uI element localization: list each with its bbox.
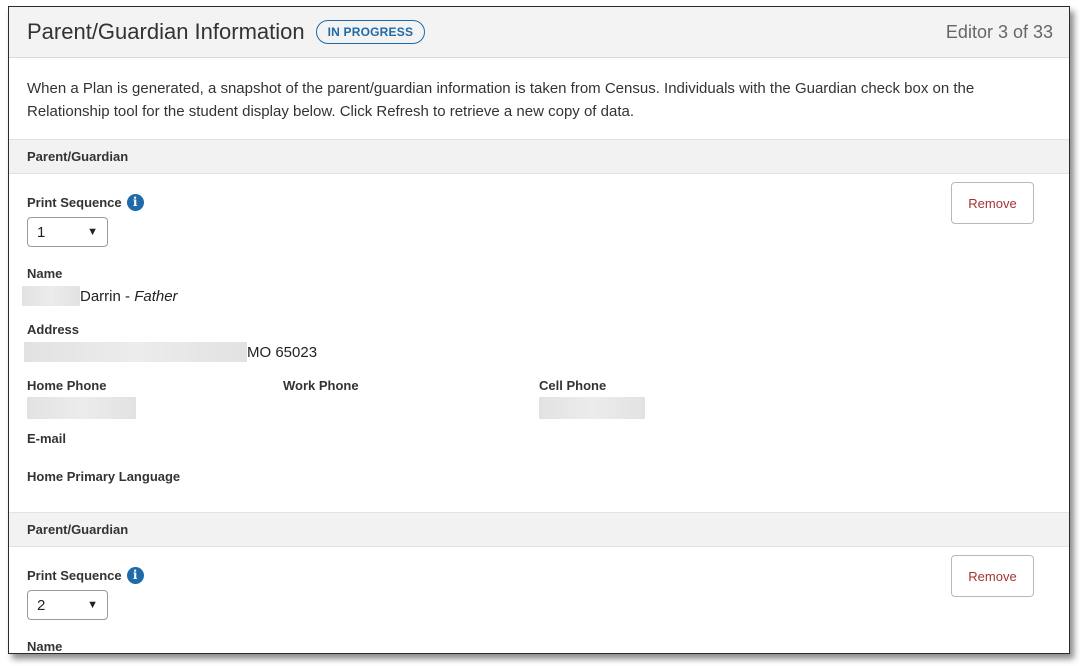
redacted-last-name bbox=[22, 286, 80, 306]
email-label: E-mail bbox=[27, 431, 67, 446]
cell-phone-label: Cell Phone bbox=[539, 378, 607, 393]
relationship: Father bbox=[134, 287, 178, 305]
guardian-section: Remove Print Sequence i 2 ▼ Name bbox=[9, 547, 1069, 654]
chevron-down-icon: ▼ bbox=[87, 599, 98, 611]
name-label: Name bbox=[27, 639, 63, 654]
home-primary-language-label: Home Primary Language bbox=[27, 469, 181, 484]
name-label: Name bbox=[27, 266, 63, 281]
name-group: Name Darrin - Father bbox=[22, 266, 1051, 306]
print-sequence-select[interactable]: 1 ▼ bbox=[27, 217, 108, 247]
print-sequence-label: Print Sequence bbox=[27, 195, 122, 210]
redacted-home-phone bbox=[27, 397, 136, 419]
redacted-cell-phone bbox=[539, 397, 645, 419]
address-suffix: MO 65023 bbox=[247, 343, 318, 361]
print-sequence-select[interactable]: 2 ▼ bbox=[27, 590, 108, 620]
print-sequence-group: Print Sequence i 1 ▼ bbox=[27, 174, 1051, 247]
info-icon[interactable]: i bbox=[126, 567, 144, 584]
home-phone-group: Home Phone bbox=[27, 378, 283, 419]
phone-row: Home Phone Work Phone Cell Phone bbox=[27, 378, 1051, 419]
editor-panel: Parent/Guardian Information IN PROGRESS … bbox=[8, 6, 1070, 654]
remove-button[interactable]: Remove bbox=[951, 182, 1034, 224]
address-value: MO 65023 bbox=[24, 342, 1051, 362]
description-text: When a Plan is generated, a snapshot of … bbox=[27, 80, 975, 120]
chevron-down-icon: ▼ bbox=[87, 226, 98, 238]
name-value: Darrin - Father bbox=[22, 286, 1051, 306]
print-sequence-group: Print Sequence i 2 ▼ bbox=[27, 547, 1051, 620]
guardian-section-header: Parent/Guardian bbox=[9, 139, 1069, 174]
first-name: Darrin bbox=[80, 287, 121, 305]
name-separator: - bbox=[120, 287, 135, 305]
guardian-section-header: Parent/Guardian bbox=[9, 512, 1069, 547]
cell-phone-group: Cell Phone bbox=[539, 378, 795, 419]
print-sequence-label: Print Sequence bbox=[27, 568, 122, 583]
home-phone-label: Home Phone bbox=[27, 378, 107, 393]
print-sequence-value: 1 bbox=[37, 223, 46, 241]
editor-header: Parent/Guardian Information IN PROGRESS … bbox=[9, 7, 1069, 58]
redacted-street bbox=[24, 342, 247, 362]
page-title: Parent/Guardian Information bbox=[27, 19, 305, 44]
guardian-section: Remove Print Sequence i 1 ▼ Name Darrin -… bbox=[9, 174, 1069, 512]
status-badge: IN PROGRESS bbox=[315, 20, 426, 44]
remove-button[interactable]: Remove bbox=[951, 555, 1034, 597]
work-phone-group: Work Phone bbox=[283, 378, 539, 418]
address-label: Address bbox=[27, 322, 80, 337]
address-group: Address MO 65023 bbox=[24, 322, 1051, 362]
info-icon[interactable]: i bbox=[126, 194, 144, 211]
print-sequence-value: 2 bbox=[37, 596, 46, 614]
work-phone-label: Work Phone bbox=[283, 378, 359, 393]
editor-count: Editor 3 of 33 bbox=[945, 21, 1053, 42]
